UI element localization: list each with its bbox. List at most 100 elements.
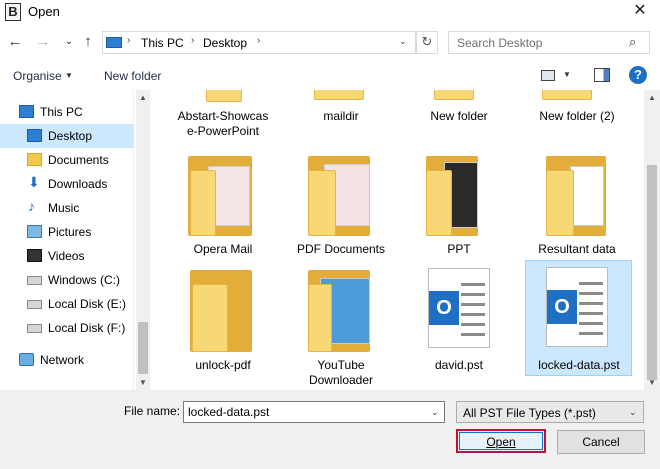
scroll-down-icon[interactable]: ▼ <box>139 378 147 387</box>
folder-icon <box>190 170 216 236</box>
app-icon: B <box>5 3 21 21</box>
folder-item[interactable]: Abstart-Showcas e-PowerPoint <box>168 90 278 142</box>
folder-icon <box>314 90 364 100</box>
file-label: unlock-pdf <box>195 358 251 372</box>
folder-item[interactable]: PPT <box>404 152 514 258</box>
breadcrumb-separator: › <box>257 35 261 46</box>
sidebar-item-documents[interactable]: Documents <box>0 148 134 172</box>
folder-item[interactable]: unlock-pdf <box>168 264 278 376</box>
scroll-down-icon[interactable]: ▼ <box>648 378 656 387</box>
chevron-down-icon[interactable]: ⌄ <box>629 407 637 418</box>
file-type-select[interactable]: All PST File Types (*.pst) ⌄ <box>456 401 644 423</box>
file-label: david.pst <box>434 358 484 372</box>
desktop-icon <box>27 129 42 142</box>
search-input[interactable] <box>457 35 627 50</box>
sidebar-item-label: Music <box>48 201 80 215</box>
file-label: e-PowerPoint <box>186 124 260 138</box>
up-arrow-icon[interactable]: ↑ <box>79 33 97 51</box>
refresh-button[interactable]: ↻ <box>416 31 438 54</box>
preview-pane-icon[interactable] <box>594 68 610 82</box>
file-label: PPT <box>447 242 471 256</box>
chevron-down-icon[interactable]: ⌄ <box>431 407 439 418</box>
sidebar-item-label: This PC <box>40 105 83 119</box>
scroll-up-icon[interactable]: ▲ <box>648 93 656 102</box>
organise-button[interactable]: Organise <box>13 69 62 83</box>
file-name-input[interactable] <box>188 404 418 420</box>
folder-item[interactable]: New folder <box>404 90 514 130</box>
file-label: Downloader <box>308 373 374 387</box>
pst-file-item-selected[interactable]: O locked-data.pst <box>525 260 632 376</box>
folder-icon <box>542 90 592 100</box>
sidebar-item-label: Videos <box>48 249 85 263</box>
breadcrumb-separator: › <box>127 35 131 46</box>
sidebar-item-local-disk-e[interactable]: Local Disk (E:) <box>0 292 134 316</box>
back-arrow-icon[interactable]: ← <box>6 33 24 51</box>
new-folder-button[interactable]: New folder <box>104 69 161 83</box>
sidebar-item-windows-c[interactable]: Windows (C:) <box>0 268 134 292</box>
folder-icon <box>192 284 228 352</box>
file-label: PDF Documents <box>296 242 386 256</box>
file-label: Abstart-Showcas <box>177 109 269 123</box>
sidebar-item-music[interactable]: ♪ Music <box>0 196 134 220</box>
pst-file-icon: O <box>546 267 608 347</box>
downloads-icon: ⬇ <box>28 174 40 190</box>
file-label: Resultant data <box>538 242 616 256</box>
close-icon[interactable]: ✕ <box>625 0 655 24</box>
breadcrumb-this-pc[interactable]: This PC <box>141 36 184 50</box>
address-bar[interactable]: › This PC › Desktop › ⌄ <box>102 31 416 54</box>
sidebar-item-videos[interactable]: Videos <box>0 244 134 268</box>
sidebar-item-downloads[interactable]: ⬇ Downloads <box>0 172 134 196</box>
sidebar-item-this-pc[interactable]: This PC <box>0 100 134 124</box>
folder-item[interactable]: PDF Documents <box>286 152 396 258</box>
change-view-icon[interactable] <box>541 70 555 81</box>
sidebar-item-network[interactable]: Network <box>0 348 134 372</box>
drive-icon <box>27 276 42 285</box>
file-label: New folder <box>430 109 488 123</box>
folder-icon <box>308 170 336 236</box>
document-preview <box>570 166 604 226</box>
breadcrumb-desktop[interactable]: Desktop <box>203 36 247 50</box>
drive-icon <box>27 324 42 333</box>
folder-icon <box>426 170 452 236</box>
pictures-icon <box>27 225 42 238</box>
forward-arrow-icon[interactable]: → <box>34 33 52 51</box>
sidebar-scrollbar[interactable]: ▲ ▼ <box>136 90 150 390</box>
outlook-icon: O <box>547 290 577 324</box>
search-icon[interactable]: ⌕ <box>629 34 636 50</box>
pc-icon <box>19 105 34 118</box>
sidebar-item-label: Downloads <box>48 177 108 191</box>
file-list: Abstart-Showcas e-PowerPoint maildir New… <box>150 90 644 390</box>
folder-item[interactable]: Opera Mail <box>168 152 278 258</box>
recent-locations-chevron-icon[interactable]: ⌄ <box>60 33 78 51</box>
folder-item[interactable]: New folder (2) <box>522 90 632 130</box>
pst-file-item[interactable]: O david.pst <box>404 264 514 376</box>
folder-item[interactable]: YouTube Downloader <box>286 264 396 387</box>
cancel-button[interactable]: Cancel <box>557 430 645 454</box>
file-list-scroll-thumb[interactable] <box>647 165 657 380</box>
sidebar-item-local-disk-f[interactable]: Local Disk (F:) <box>0 316 134 340</box>
folder-item[interactable]: Resultant data <box>522 152 632 258</box>
music-icon: ♪ <box>28 198 35 214</box>
file-name-combobox[interactable]: ⌄ <box>183 401 445 423</box>
sidebar-item-label: Local Disk (E:) <box>48 297 127 311</box>
sidebar-scroll-thumb[interactable] <box>138 322 148 374</box>
folder-item[interactable]: maildir <box>286 90 396 130</box>
sidebar-item-desktop[interactable]: Desktop <box>0 124 134 148</box>
help-icon[interactable]: ? <box>629 66 647 84</box>
file-type-value: All PST File Types (*.pst) <box>463 406 596 420</box>
file-label: YouTube <box>317 358 365 372</box>
sidebar-item-label: Pictures <box>48 225 92 239</box>
search-box[interactable]: ⌕ <box>448 31 650 54</box>
sidebar-item-label: Desktop <box>48 129 93 143</box>
view-dropdown-icon[interactable]: ▼ <box>563 70 571 79</box>
file-label: New folder (2) <box>539 109 615 123</box>
file-list-scrollbar[interactable]: ▲ ▼ <box>644 90 660 390</box>
file-label: maildir <box>323 109 359 123</box>
open-button[interactable]: Open <box>456 429 546 453</box>
network-icon <box>19 353 34 366</box>
scroll-up-icon[interactable]: ▲ <box>139 93 147 102</box>
organise-dropdown-icon[interactable]: ▼ <box>65 71 73 80</box>
address-dropdown-icon[interactable]: ⌄ <box>399 36 407 47</box>
documents-icon <box>27 153 42 166</box>
sidebar-item-pictures[interactable]: Pictures <box>0 220 134 244</box>
